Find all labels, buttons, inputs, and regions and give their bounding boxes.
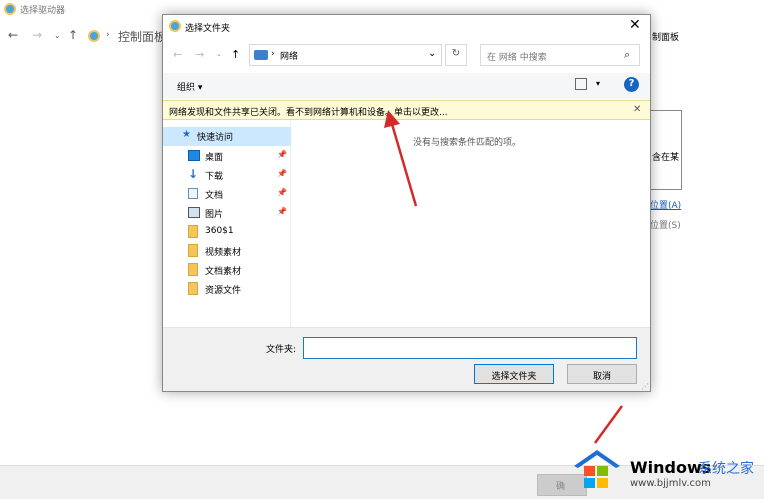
cancel-button[interactable]: 取消 [567, 364, 637, 384]
sidebar-item-label: 文档素材 [205, 267, 242, 277]
organize-menu[interactable]: 组织 ▾ [177, 80, 202, 93]
folder-icon [188, 225, 198, 238]
chevron-down-icon[interactable]: ⌄ [54, 31, 61, 40]
windows-logo-icon [574, 450, 620, 488]
sidebar-item-quick-access[interactable]: ★ 快速访问 [163, 127, 291, 146]
folder-icon [188, 282, 198, 295]
desktop-icon [188, 150, 200, 161]
picture-icon [188, 207, 200, 218]
back-arrow-icon[interactable]: ← [173, 48, 182, 61]
select-folder-dialog: 选择文件夹 ✕ ← → ⌄ ↑ › 网络 ⌄ ↻ 在 网络 中搜索 ⌕ 组织 ▾… [162, 14, 651, 392]
control-panel-icon [88, 30, 100, 42]
up-arrow-icon[interactable]: ↑ [231, 48, 240, 61]
sidebar-item-resources[interactable]: 资源文件 [163, 280, 291, 299]
sidebar-item-label: 下载 [205, 172, 224, 182]
background-link-s[interactable]: 位置(S) [650, 218, 681, 231]
download-icon: ↓ [188, 167, 199, 181]
background-fragment-1: 制面板 [652, 33, 680, 43]
address-bar[interactable]: › 网络 ⌄ [249, 44, 442, 66]
close-icon[interactable]: ✕ [629, 17, 641, 33]
pin-icon[interactable]: 📌 [277, 169, 287, 178]
sidebar-item-downloads[interactable]: ↓ 下载 📌 [163, 166, 291, 185]
sidebar-item-label: 桌面 [205, 153, 224, 163]
sidebar-item-pictures[interactable]: 图片 📌 [163, 204, 291, 223]
network-info-bar[interactable]: 网络发现和文件共享已关闭。看不到网络计算机和设备。单击以更改... ✕ [163, 100, 650, 120]
pin-icon[interactable]: 📌 [277, 188, 287, 197]
sidebar-item-label: 360$1 [205, 226, 234, 236]
pin-icon[interactable]: 📌 [277, 207, 287, 216]
folder-name-input[interactable] [303, 337, 637, 359]
recent-chevron-icon[interactable]: ⌄ [216, 50, 222, 58]
sidebar-item-label: 文档 [205, 191, 224, 201]
address-dropdown-icon[interactable]: ⌄ [428, 48, 436, 59]
folder-field-label: 文件夹: [266, 345, 297, 355]
background-fragment-2: 含在某 [652, 153, 680, 163]
sidebar-item-folder-360[interactable]: 360$1 [163, 223, 291, 242]
sidebar-item-video-material[interactable]: 视频素材 [163, 242, 291, 261]
sidebar-item-label: 视频素材 [205, 248, 242, 258]
search-input[interactable]: 在 网络 中搜索 ⌕ [480, 44, 640, 66]
sidebar-item-label: 图片 [205, 210, 224, 220]
folder-icon [188, 263, 198, 276]
red-arrow-lower [593, 405, 624, 444]
forward-arrow-icon[interactable]: → [195, 48, 204, 61]
star-icon: ★ [182, 129, 191, 140]
document-icon [188, 188, 198, 199]
dialog-bottom-bar: 文件夹: 选择文件夹 取消 ⋰ [163, 327, 650, 391]
resize-grip-icon[interactable]: ⋰ [641, 382, 649, 391]
background-address[interactable]: 控制面板 [118, 28, 166, 45]
address-path: 网络 [280, 52, 299, 62]
watermark-brand-cn: 系统之家 [698, 461, 754, 477]
background-link-a[interactable]: 位置(A) [650, 198, 681, 211]
info-bar-close-icon[interactable]: ✕ [633, 104, 641, 115]
view-options-icon[interactable] [575, 78, 587, 90]
folder-icon [188, 244, 198, 257]
dialog-toolbar: 组织 ▾ ▾ ? [163, 73, 650, 99]
select-folder-button[interactable]: 选择文件夹 [474, 364, 554, 384]
sidebar-item-label: 资源文件 [205, 286, 242, 296]
search-icon[interactable]: ⌕ [624, 48, 630, 62]
breadcrumb-separator-icon: › [106, 30, 110, 40]
refresh-icon[interactable]: ↻ [445, 44, 467, 66]
watermark-url: www.bjjmlv.com [630, 478, 711, 489]
dialog-app-icon [169, 20, 181, 32]
empty-results-message: 没有与搜索条件匹配的项。 [413, 138, 522, 148]
sidebar-item-doc-material[interactable]: 文档素材 [163, 261, 291, 280]
back-arrow-icon[interactable]: ← [8, 28, 18, 42]
navigation-pane: ★ 快速访问 桌面 📌 ↓ 下载 📌 文档 📌 图片 📌 360$1 视频素材 … [163, 121, 291, 327]
network-icon [254, 50, 268, 60]
forward-arrow-icon[interactable]: → [32, 28, 42, 42]
sidebar-item-documents[interactable]: 文档 📌 [163, 185, 291, 204]
pin-icon[interactable]: 📌 [277, 150, 287, 159]
sidebar-item-desktop[interactable]: 桌面 📌 [163, 147, 291, 166]
search-placeholder: 在 网络 中搜索 [487, 53, 547, 63]
breadcrumb-separator-icon: › [271, 49, 275, 59]
sidebar-item-label: 快速访问 [197, 133, 234, 143]
info-bar-text: 网络发现和文件共享已关闭。看不到网络计算机和设备。单击以更改... [169, 108, 448, 118]
dialog-title: 选择文件夹 [185, 24, 231, 34]
help-icon[interactable]: ? [624, 77, 639, 92]
view-dropdown-icon[interactable]: ▾ [596, 79, 600, 88]
dialog-titlebar[interactable]: 选择文件夹 ✕ [163, 15, 650, 39]
up-arrow-icon[interactable]: ↑ [68, 28, 78, 42]
control-panel-icon [4, 3, 16, 15]
background-window-title: 选择驱动器 [20, 6, 66, 16]
